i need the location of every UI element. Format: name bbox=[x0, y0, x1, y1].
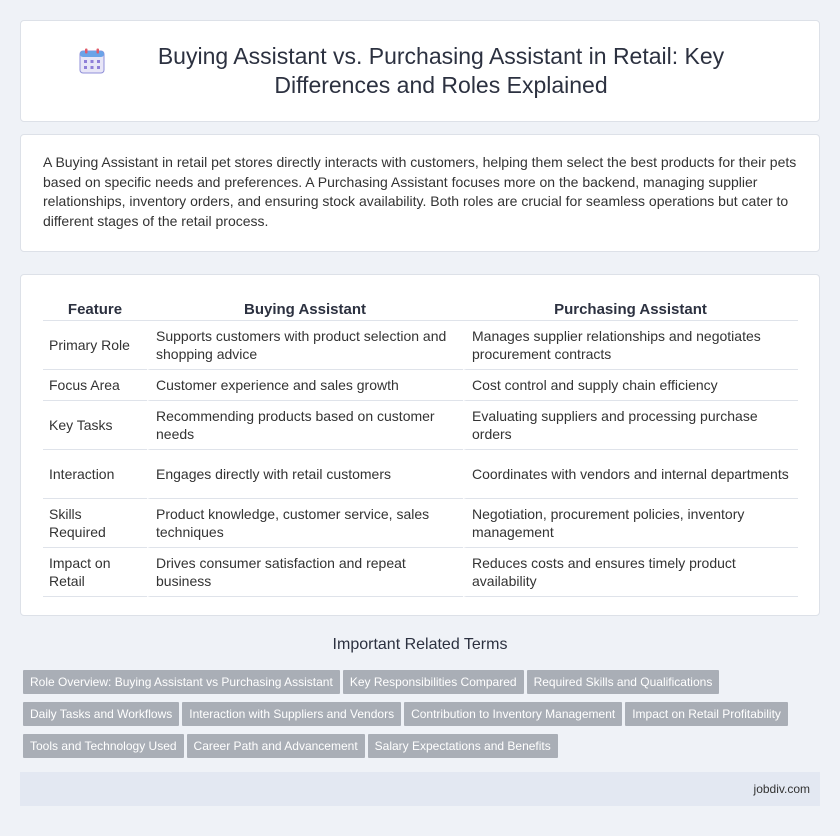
related-term-tag[interactable]: Daily Tasks and Workflows bbox=[23, 702, 180, 726]
table-cell: Reduces costs and ensures timely product… bbox=[463, 548, 798, 597]
table-cell: Negotiation, procurement policies, inven… bbox=[463, 499, 798, 548]
intro-card: A Buying Assistant in retail pet stores … bbox=[20, 134, 820, 252]
table-row: Primary Role Supports customers with pro… bbox=[43, 321, 798, 370]
calendar-icon bbox=[79, 48, 105, 74]
footer-site-link[interactable]: jobdiv.com bbox=[754, 782, 810, 796]
table-cell: Impact on Retail bbox=[43, 548, 147, 597]
table-cell: Supports customers with product selectio… bbox=[147, 321, 463, 370]
table-cell: Skills Required bbox=[43, 499, 147, 548]
comparison-table: Feature Buying Assistant Purchasing Assi… bbox=[43, 295, 798, 597]
related-terms-list: Role Overview: Buying Assistant vs Purch… bbox=[23, 670, 823, 766]
table-cell: Evaluating suppliers and processing purc… bbox=[463, 401, 798, 450]
header-feature: Feature bbox=[43, 295, 147, 321]
table-cell: Coordinates with vendors and internal de… bbox=[463, 450, 798, 499]
related-term-tag[interactable]: Required Skills and Qualifications bbox=[526, 670, 720, 694]
title-wrap: Buying Assistant vs. Purchasing Assistan… bbox=[40, 42, 800, 100]
related-term-tag[interactable]: Interaction with Suppliers and Vendors bbox=[182, 702, 402, 726]
table-cell: Cost control and supply chain efficiency bbox=[463, 370, 798, 401]
header-purchasing-assistant: Purchasing Assistant bbox=[463, 295, 798, 321]
related-term-tag[interactable]: Key Responsibilities Compared bbox=[342, 670, 524, 694]
footer: jobdiv.com bbox=[20, 772, 820, 806]
related-term-tag[interactable]: Role Overview: Buying Assistant vs Purch… bbox=[23, 670, 340, 694]
table-cell: Recommending products based on customer … bbox=[147, 401, 463, 450]
table-row: Key Tasks Recommending products based on… bbox=[43, 401, 798, 450]
comparison-card: Feature Buying Assistant Purchasing Assi… bbox=[20, 274, 820, 616]
table-cell: Interaction bbox=[43, 450, 147, 499]
table-cell: Engages directly with retail customers bbox=[147, 450, 463, 499]
page-title: Buying Assistant vs. Purchasing Assistan… bbox=[157, 43, 725, 98]
table-cell: Drives consumer satisfaction and repeat … bbox=[147, 548, 463, 597]
title-card: Buying Assistant vs. Purchasing Assistan… bbox=[20, 20, 820, 122]
table-cell: Key Tasks bbox=[43, 401, 147, 450]
intro-text: A Buying Assistant in retail pet stores … bbox=[43, 154, 797, 229]
related-terms-title: Important Related Terms bbox=[332, 636, 508, 653]
related-term-tag[interactable]: Contribution to Inventory Management bbox=[404, 702, 623, 726]
related-term-tag[interactable]: Impact on Retail Profitability bbox=[625, 702, 788, 726]
related-term-tag[interactable]: Tools and Technology Used bbox=[23, 734, 184, 758]
table-cell: Manages supplier relationships and negot… bbox=[463, 321, 798, 370]
table-cell: Customer experience and sales growth bbox=[147, 370, 463, 401]
table-row: Focus Area Customer experience and sales… bbox=[43, 370, 798, 401]
table-cell: Product knowledge, customer service, sal… bbox=[147, 499, 463, 548]
related-term-tag[interactable]: Career Path and Advancement bbox=[186, 734, 365, 758]
header-buying-assistant: Buying Assistant bbox=[147, 295, 463, 321]
related-term-tag[interactable]: Salary Expectations and Benefits bbox=[367, 734, 558, 758]
table-row: Interaction Engages directly with retail… bbox=[43, 450, 798, 499]
table-cell: Primary Role bbox=[43, 321, 147, 370]
table-cell: Focus Area bbox=[43, 370, 147, 401]
table-row: Skills Required Product knowledge, custo… bbox=[43, 499, 798, 548]
table-row: Impact on Retail Drives consumer satisfa… bbox=[43, 548, 798, 597]
